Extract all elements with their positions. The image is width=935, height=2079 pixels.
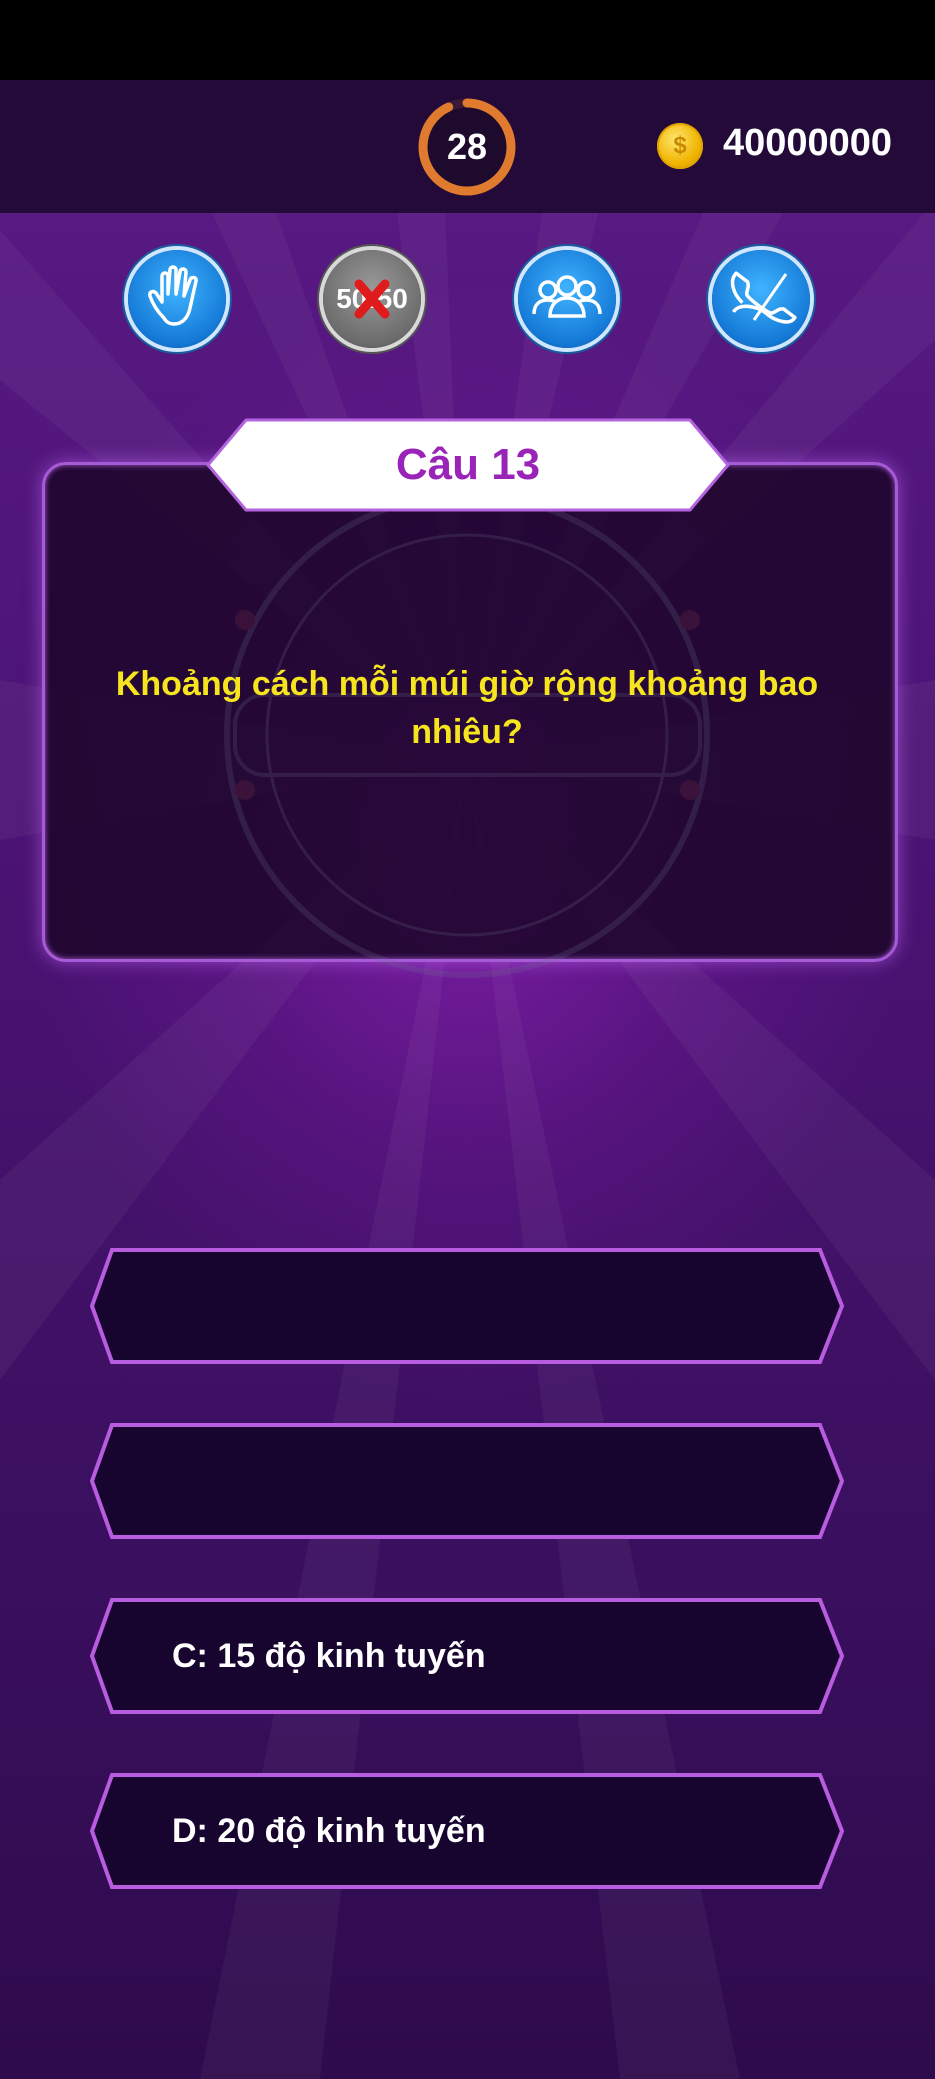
question-text: Khoảng cách mỗi múi giờ rộng khoảng bao … [115, 665, 819, 751]
timer-value: 28 [446, 126, 488, 167]
lifeline-audience-button[interactable] [518, 250, 616, 348]
answer-frame [90, 1423, 845, 1539]
answer-c-button[interactable]: C: 15 độ kinh tuyến [90, 1598, 845, 1714]
answer-b-button[interactable] [90, 1423, 845, 1539]
audience-icon [532, 275, 602, 318]
status-bar [0, 0, 935, 80]
lifeline-hand-button[interactable] [128, 250, 226, 348]
lifeline-fifty-fifty-button[interactable]: 50:50 [323, 250, 421, 348]
answer-c-label: C: 15 độ kinh tuyến [172, 1636, 486, 1675]
hand-icon [148, 265, 198, 326]
used-cross-icon [354, 279, 390, 319]
answer-a-button[interactable] [90, 1248, 845, 1364]
coin-icon: $ [657, 123, 703, 169]
answer-frame [90, 1248, 845, 1364]
money-amount: 40000000 [723, 122, 893, 164]
answer-d-label: D: 20 độ kinh tuyến [172, 1811, 486, 1850]
phone-icon [730, 271, 797, 324]
answer-d-button[interactable]: D: 20 độ kinh tuyến [90, 1773, 845, 1889]
question-number: Câu 13 [395, 440, 541, 489]
lifeline-phone-button[interactable] [712, 250, 810, 348]
